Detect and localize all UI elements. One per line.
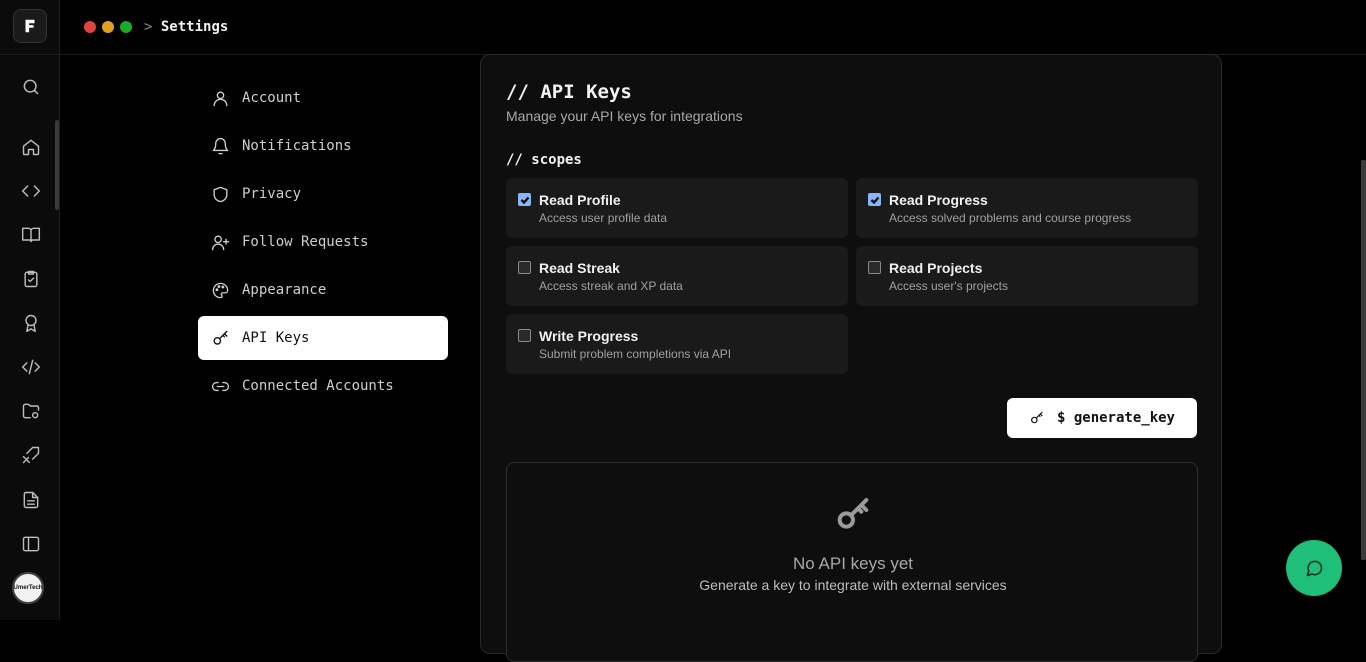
nav-item-notifications[interactable]: Notifications <box>198 124 448 168</box>
window-maximize-button[interactable] <box>120 21 132 33</box>
scope-checkbox[interactable] <box>518 261 531 274</box>
app-logo[interactable] <box>13 9 47 43</box>
generate-key-button[interactable]: $ generate_key <box>1007 398 1197 438</box>
nav-item-connected-accounts[interactable]: Connected Accounts <box>198 364 448 408</box>
chat-button[interactable] <box>1286 540 1342 596</box>
avatar[interactable]: UmerTech <box>12 572 44 604</box>
scope-write-progress[interactable]: Write Progress Submit problem completion… <box>506 314 848 374</box>
page-scrollbar[interactable] <box>1361 160 1366 560</box>
chat-bubble-icon <box>1306 560 1323 577</box>
icon-rail: UmerTech <box>0 0 60 620</box>
scope-checkbox[interactable] <box>518 193 531 206</box>
home-icon[interactable] <box>20 136 42 158</box>
user-icon <box>210 88 230 108</box>
nav-item-privacy[interactable]: Privacy <box>198 172 448 216</box>
empty-state-description: Generate a key to integrate with externa… <box>699 577 1007 593</box>
nav-item-api-keys[interactable]: API Keys <box>198 316 448 360</box>
code-brackets-icon[interactable] <box>20 356 42 378</box>
clipboard-check-icon[interactable] <box>20 268 42 290</box>
generate-key-label: $ generate_key <box>1056 410 1175 426</box>
nav-item-account[interactable]: Account <box>198 76 448 120</box>
nav-item-label: API Keys <box>242 330 310 346</box>
scope-description: Access streak and XP data <box>539 279 683 293</box>
link-icon <box>210 376 230 396</box>
scope-description: Access solved problems and course progre… <box>889 211 1132 225</box>
scope-checkbox[interactable] <box>868 261 881 274</box>
scope-read-streak[interactable]: Read Streak Access streak and XP data <box>506 246 848 306</box>
nav-item-label: Follow Requests <box>242 234 369 250</box>
nav-item-label: Connected Accounts <box>242 378 394 394</box>
breadcrumb: > Settings <box>144 19 228 35</box>
swords-icon[interactable] <box>20 444 42 466</box>
rail-divider <box>0 54 60 55</box>
scope-read-profile[interactable]: Read Profile Access user profile data <box>506 178 848 238</box>
window-close-button[interactable] <box>84 21 96 33</box>
scopes-heading: // scopes <box>506 152 582 168</box>
window-minimize-button[interactable] <box>102 21 114 33</box>
scope-title: Read Projects <box>889 260 983 276</box>
key-icon <box>833 495 873 535</box>
document-icon[interactable] <box>20 489 42 511</box>
api-keys-panel: // API Keys Manage your API keys for int… <box>480 54 1222 662</box>
logo-icon <box>25 19 35 33</box>
sidebar-icon[interactable] <box>20 533 42 555</box>
book-icon[interactable] <box>20 224 42 246</box>
bell-icon <box>210 136 230 156</box>
nav-item-label: Notifications <box>242 138 352 154</box>
scope-title: Read Progress <box>889 192 988 208</box>
search-icon[interactable] <box>20 76 42 98</box>
nav-item-label: Account <box>242 90 302 106</box>
check-icon <box>870 196 879 204</box>
scope-title: Read Profile <box>539 192 621 208</box>
page-subtitle: Manage your API keys for integrations <box>506 108 743 124</box>
scope-read-projects[interactable]: Read Projects Access user's projects <box>856 246 1198 306</box>
check-icon <box>520 196 529 204</box>
page-title: // API Keys <box>506 81 632 103</box>
rail-scrollbar[interactable] <box>55 120 59 210</box>
empty-state-title: No API keys yet <box>793 554 913 573</box>
scope-title: Write Progress <box>539 328 639 344</box>
user-plus-icon <box>210 232 230 252</box>
key-icon <box>210 328 230 348</box>
scope-read-progress[interactable]: Read Progress Access solved problems and… <box>856 178 1198 238</box>
avatar-text: UmerTech <box>13 585 43 591</box>
settings-nav: Account Notifications Privacy Follow Req… <box>198 76 448 412</box>
top-bar <box>60 0 1366 55</box>
scope-title: Read Streak <box>539 260 620 276</box>
key-icon <box>1031 411 1043 424</box>
nav-item-label: Privacy <box>242 186 302 202</box>
nav-item-follow-requests[interactable]: Follow Requests <box>198 220 448 264</box>
nav-item-label: Appearance <box>242 282 327 298</box>
folder-cog-icon[interactable] <box>20 400 42 422</box>
scope-checkbox[interactable] <box>518 329 531 342</box>
scope-description: Access user's projects <box>889 279 1008 293</box>
scope-description: Submit problem completions via API <box>539 347 732 361</box>
scope-description: Access user profile data <box>539 211 668 225</box>
nav-item-appearance[interactable]: Appearance <box>198 268 448 312</box>
shield-icon <box>210 184 230 204</box>
breadcrumb-separator: > <box>144 19 153 35</box>
award-icon[interactable] <box>20 312 42 334</box>
scope-checkbox[interactable] <box>868 193 881 206</box>
palette-icon <box>210 280 230 300</box>
breadcrumb-current: Settings <box>160 19 229 35</box>
code-icon[interactable] <box>20 180 42 202</box>
empty-state: No API keys yet Generate a key to integr… <box>506 462 1198 662</box>
